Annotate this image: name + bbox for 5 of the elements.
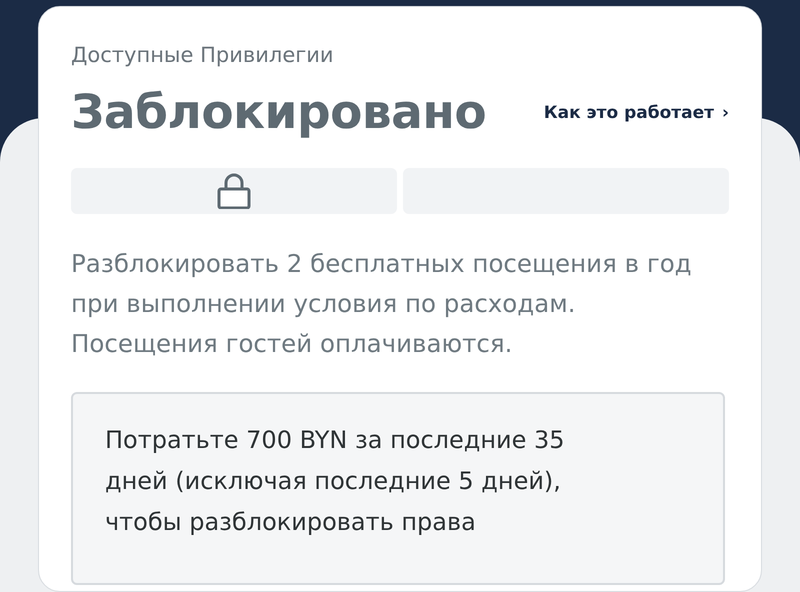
description-text: Разблокировать 2 бесплатных посещения в год при выполнении условия по расходам. Посещения гостей оплачиваются. [71, 248, 693, 360]
condition-text: Потратьте 700 BYN за последние 35 дней (исключая последние 5 дней), чтобы разблокировать права [71, 392, 725, 585]
how-it-works-link[interactable]: Как это работает › [544, 102, 729, 122]
status-title: Заблокировано [71, 85, 486, 140]
card-subtitle: Доступные Привилегии [71, 43, 335, 67]
